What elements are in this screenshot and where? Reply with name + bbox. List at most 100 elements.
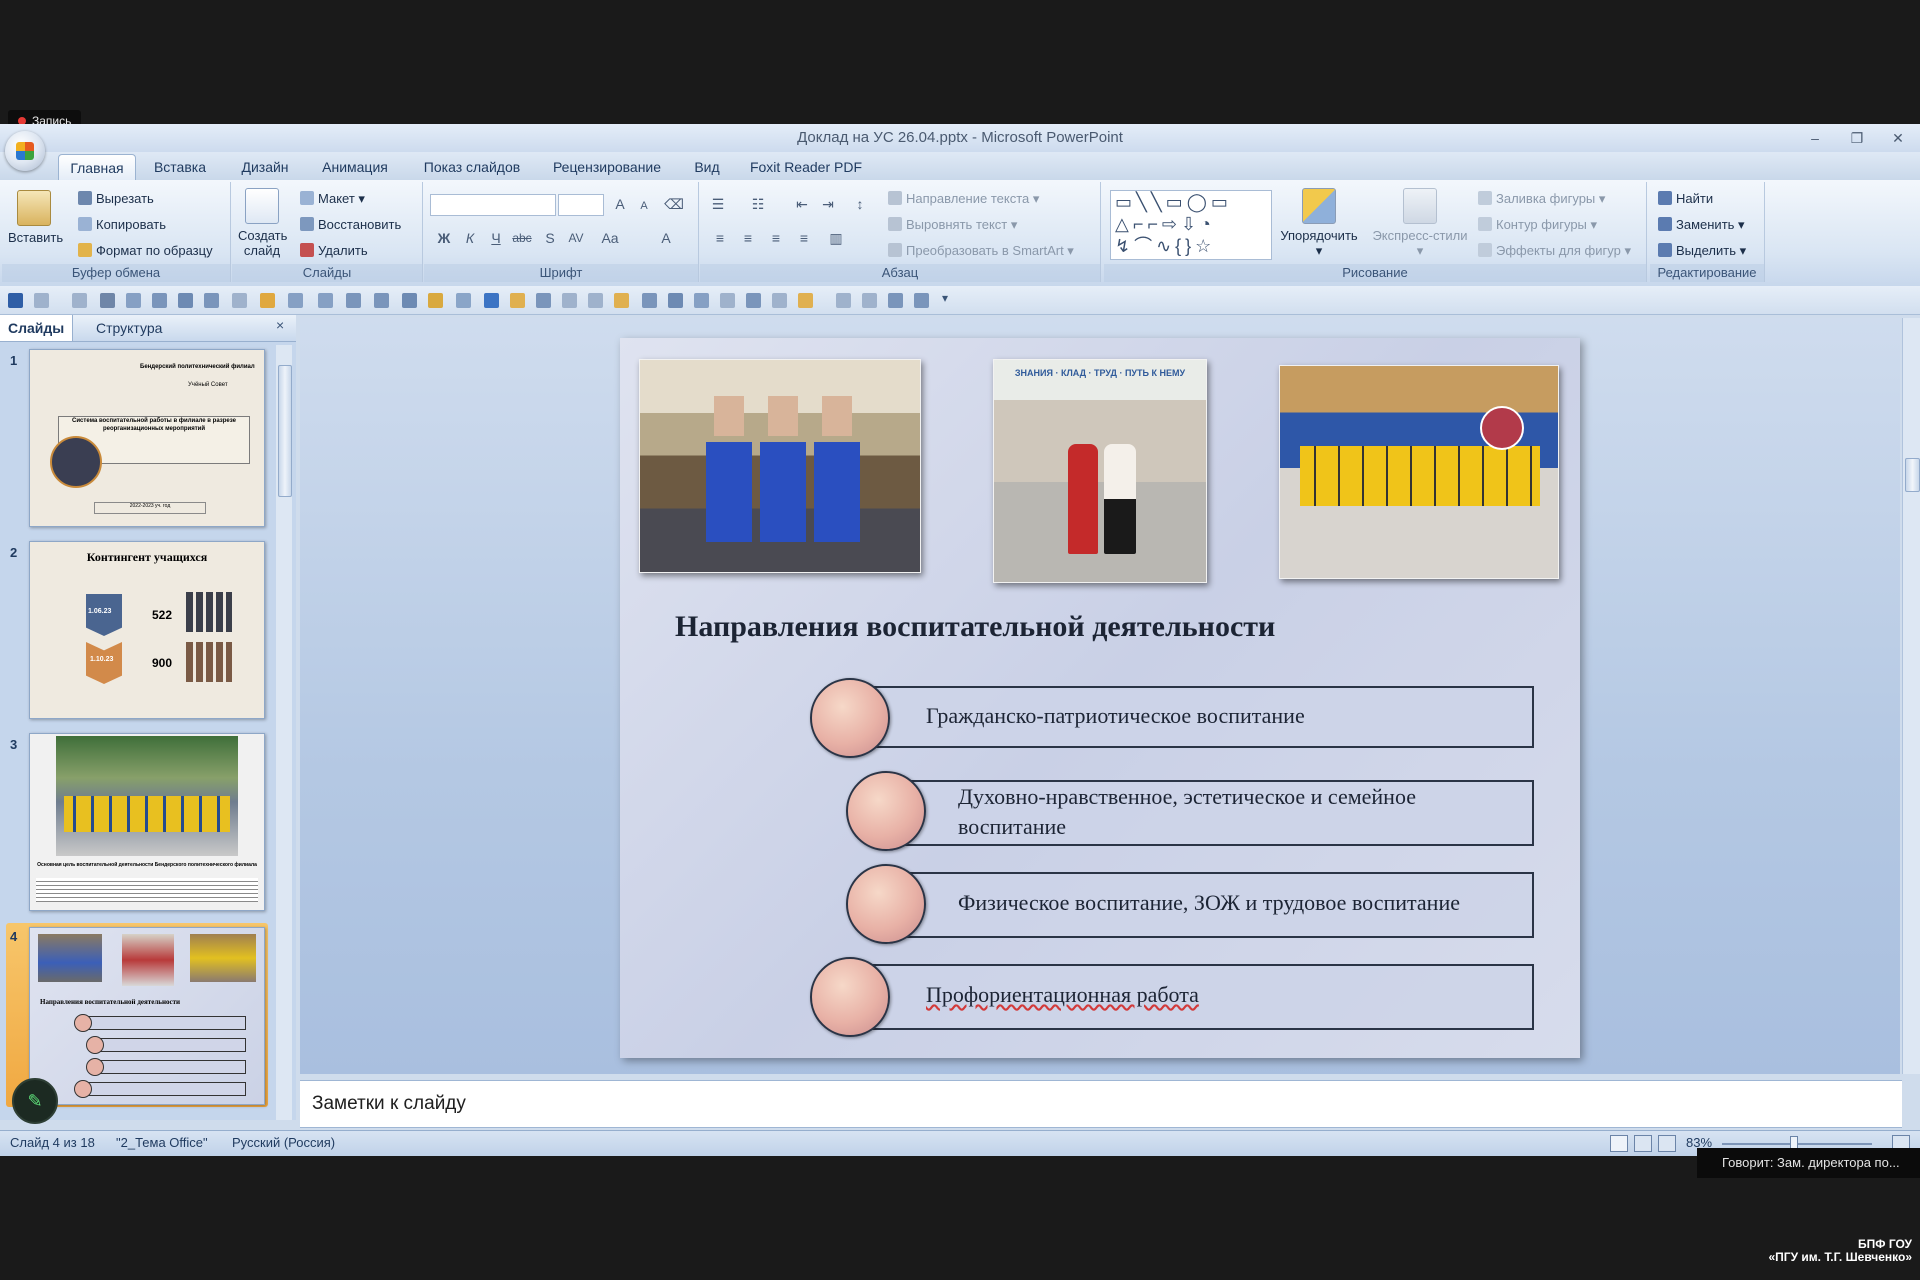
slideshow-view-icon[interactable] [1658, 1135, 1676, 1152]
group-icon[interactable] [536, 293, 551, 308]
layout-button[interactable]: Макет ▾ [300, 188, 365, 210]
slides-pane-scrollbar[interactable] [276, 345, 292, 1120]
scroll-thumb[interactable] [1905, 458, 1920, 492]
distribute-icon[interactable] [720, 293, 735, 308]
normal-view-icon[interactable] [1610, 1135, 1628, 1152]
slide-thumbnail-1[interactable]: Бендерский политехнический филиал Учёный… [29, 349, 265, 527]
close-pane-icon[interactable]: × [276, 317, 284, 333]
find-button[interactable]: Найти [1658, 188, 1713, 210]
shapes-gallery[interactable]: ▭╲╲▭◯▭ △⌐⌐⇨⇩◔ ↯⌒∿{}☆ [1110, 190, 1272, 260]
tab-slideshow[interactable]: Показ слайдов [412, 152, 532, 180]
table-icon[interactable] [260, 293, 275, 308]
paste-special-icon[interactable] [862, 293, 877, 308]
tab-view[interactable]: Вид [682, 152, 732, 180]
smartart-button[interactable]: Преобразовать в SmartArt ▾ [888, 240, 1074, 262]
align-left-icon[interactable]: ≡ [708, 226, 732, 250]
delete-slide-button[interactable]: Удалить [300, 240, 368, 262]
email-icon[interactable] [152, 293, 167, 308]
shadow-button[interactable]: S [538, 226, 562, 250]
cut-button[interactable]: Вырезать [78, 188, 154, 210]
direction-box-2[interactable]: Духовно-нравственное, эстетическое и сем… [876, 780, 1534, 846]
align-right-icon[interactable]: ≡ [764, 226, 788, 250]
folder-icon[interactable] [798, 293, 813, 308]
slide-thumbnail-4[interactable]: Направления воспитательной деятельности [29, 927, 265, 1105]
maximize-button[interactable]: ❐ [1837, 124, 1877, 152]
direction-box-3[interactable]: Физическое воспитание, ЗОЖ и трудовое во… [876, 872, 1534, 938]
clear-format-icon[interactable]: ⌫ [662, 192, 686, 216]
reset-button[interactable]: Восстановить [300, 214, 401, 236]
tab-review[interactable]: Рецензирование [544, 152, 670, 180]
office-button[interactable] [5, 131, 45, 171]
justify-icon[interactable]: ≡ [792, 226, 816, 250]
quick-styles-button[interactable]: Экспресс-стили ▾ [1370, 188, 1470, 258]
columns-icon[interactable]: ▥ [824, 226, 848, 250]
duplicate-icon[interactable] [836, 293, 851, 308]
check-icon[interactable] [456, 293, 471, 308]
preview-icon[interactable] [126, 293, 141, 308]
spell-icon[interactable] [428, 293, 443, 308]
bullets-icon[interactable]: ☰ [706, 192, 730, 216]
page-icon[interactable] [772, 293, 787, 308]
slide-thumbnail-3[interactable]: Основная цель воспитательной деятельност… [29, 733, 265, 911]
minimize-button[interactable]: – [1795, 124, 1835, 152]
print-icon[interactable] [100, 293, 115, 308]
picture-icon[interactable] [178, 293, 193, 308]
crop-icon[interactable] [204, 293, 219, 308]
textbox-icon[interactable] [374, 293, 389, 308]
notes-pane[interactable]: Заметки к слайду [300, 1080, 1902, 1128]
tab-animation[interactable]: Анимация [310, 152, 400, 180]
editor-vertical-scrollbar[interactable] [1902, 318, 1920, 1074]
arrange-button[interactable]: Упорядочить ▾ [1276, 188, 1362, 258]
font-color-button[interactable]: A [654, 226, 678, 250]
rotate-icon[interactable] [642, 293, 657, 308]
align-icon[interactable] [694, 293, 709, 308]
save-icon[interactable] [8, 293, 23, 308]
bold-button[interactable]: Ж [432, 226, 456, 250]
underline-button[interactable]: Ч [484, 226, 508, 250]
redo-icon[interactable] [72, 293, 87, 308]
direction-box-1[interactable]: Гражданско-патриотическое воспитание [840, 686, 1534, 748]
scroll-thumb[interactable] [278, 365, 292, 497]
open-icon[interactable] [510, 293, 525, 308]
slide-canvas[interactable]: ЗНАНИЯ · КЛАД · ТРУД · ПУТЬ К НЕМУ Напра… [620, 338, 1580, 1058]
copy-format-icon[interactable] [746, 293, 761, 308]
numbering-icon[interactable]: ☷ [746, 192, 770, 216]
strike-button[interactable]: abc [510, 226, 534, 250]
tab-slides[interactable]: Слайды [0, 315, 74, 341]
close-button[interactable]: ✕ [1878, 124, 1918, 152]
move-icon[interactable] [318, 293, 333, 308]
new-slide-button[interactable]: Создать слайд [238, 188, 287, 258]
replace-button[interactable]: Заменить ▾ [1658, 214, 1745, 236]
align-center-icon[interactable]: ≡ [736, 226, 760, 250]
insert-icon[interactable] [346, 293, 361, 308]
format-icon[interactable] [232, 293, 247, 308]
language-indicator[interactable]: Русский (Россия) [232, 1135, 335, 1150]
abc-icon[interactable] [484, 293, 499, 308]
direction-box-4[interactable]: Профориентационная работа [840, 964, 1534, 1030]
shape-fill-button[interactable]: Заливка фигуры ▾ [1478, 188, 1605, 210]
undo-icon[interactable] [34, 293, 49, 308]
draw-icon[interactable] [402, 293, 417, 308]
increase-indent-icon[interactable]: ⇥ [816, 192, 840, 216]
shape-icon[interactable] [614, 293, 629, 308]
sorter-view-icon[interactable] [1634, 1135, 1652, 1152]
font-size-field[interactable] [558, 194, 604, 216]
copy-button[interactable]: Копировать [78, 214, 166, 236]
macro-icon[interactable] [888, 293, 903, 308]
shrink-font-button[interactable]: A [632, 194, 656, 218]
pen-annotation-icon[interactable]: ✎ [12, 1078, 58, 1124]
customize-qat-icon[interactable]: ▾ [942, 291, 948, 305]
grid-icon[interactable] [288, 293, 303, 308]
options-icon[interactable] [914, 293, 929, 308]
slide-thumbnail-2[interactable]: Контингент учащихся 1.06.23 1.10.23 522 … [29, 541, 265, 719]
format-painter-button[interactable]: Формат по образцу [78, 240, 213, 262]
tab-home[interactable]: Главная [58, 154, 136, 181]
tab-outline[interactable]: Структура [96, 315, 162, 341]
decrease-indent-icon[interactable]: ⇤ [790, 192, 814, 216]
tab-foxit[interactable]: Foxit Reader PDF [744, 152, 868, 180]
grow-font-button[interactable]: A [608, 192, 632, 216]
select-button[interactable]: Выделить ▾ [1658, 240, 1746, 262]
shape-effects-button[interactable]: Эффекты для фигур ▾ [1478, 240, 1631, 262]
text-direction-button[interactable]: Направление текста ▾ [888, 188, 1039, 210]
char-spacing-button[interactable]: AV [564, 226, 588, 250]
